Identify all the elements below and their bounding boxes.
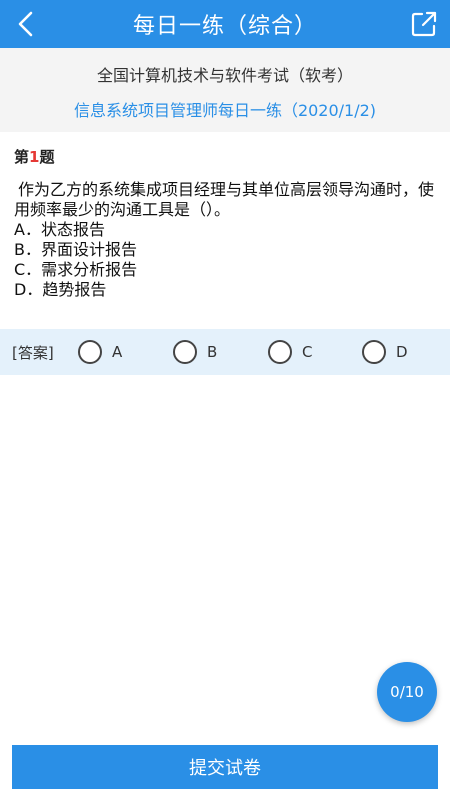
page-title: 每日一练（综合） [132,14,317,39]
radio-icon[interactable] [78,340,102,364]
submit-exam-button[interactable]: 提交试卷 [12,745,438,789]
question-number-suffix: 题 [39,148,55,166]
progress-button[interactable]: 0/10 [377,662,437,722]
option-text-c: C．需求分析报告 [14,260,138,279]
answer-option-b[interactable]: B [173,339,217,365]
question-number-prefix: 第 [14,148,30,166]
radio-icon[interactable] [173,340,197,364]
answer-option-label: C [302,343,313,361]
answer-option-a[interactable]: A [78,339,122,365]
top-bar: 每日一练（综合） [0,0,450,48]
radio-icon[interactable] [268,340,292,364]
answer-option-label: B [207,343,218,361]
option-text-a: A．状态报告 [14,220,105,239]
answer-option-label: D [396,343,408,361]
share-button[interactable] [408,8,440,40]
back-button[interactable] [10,8,42,40]
question-number-value: 1 [29,148,40,166]
paper-name: 信息系统项目管理师每日一练（2020/1/2) [73,101,377,120]
question-number: 第1题 [14,146,54,167]
option-text-b: B．界面设计报告 [14,240,137,259]
answer-option-label: A [112,343,123,361]
exam-name: 全国计算机技术与软件考试（软考） [96,66,353,85]
question-stem: 作为乙方的系统集成项目经理与其单位高层领导沟通时，使用频率最少的沟通工具是（）。 [14,180,435,219]
answer-label: [答案] [12,344,54,362]
share-external-icon [411,11,437,37]
answer-option-c[interactable]: C [268,339,312,365]
answer-bar: [答案] A B C D [0,329,450,375]
radio-icon[interactable] [362,340,386,364]
option-text-d: D．趋势报告 [14,280,107,299]
chevron-left-icon [18,11,33,37]
question-body: 作为乙方的系统集成项目经理与其单位高层领导沟通时，使用频率最少的沟通工具是（）。… [14,180,438,300]
exam-info-header: 全国计算机技术与软件考试（软考） 信息系统项目管理师每日一练（2020/1/2) [0,48,450,132]
answer-option-d[interactable]: D [362,339,408,365]
